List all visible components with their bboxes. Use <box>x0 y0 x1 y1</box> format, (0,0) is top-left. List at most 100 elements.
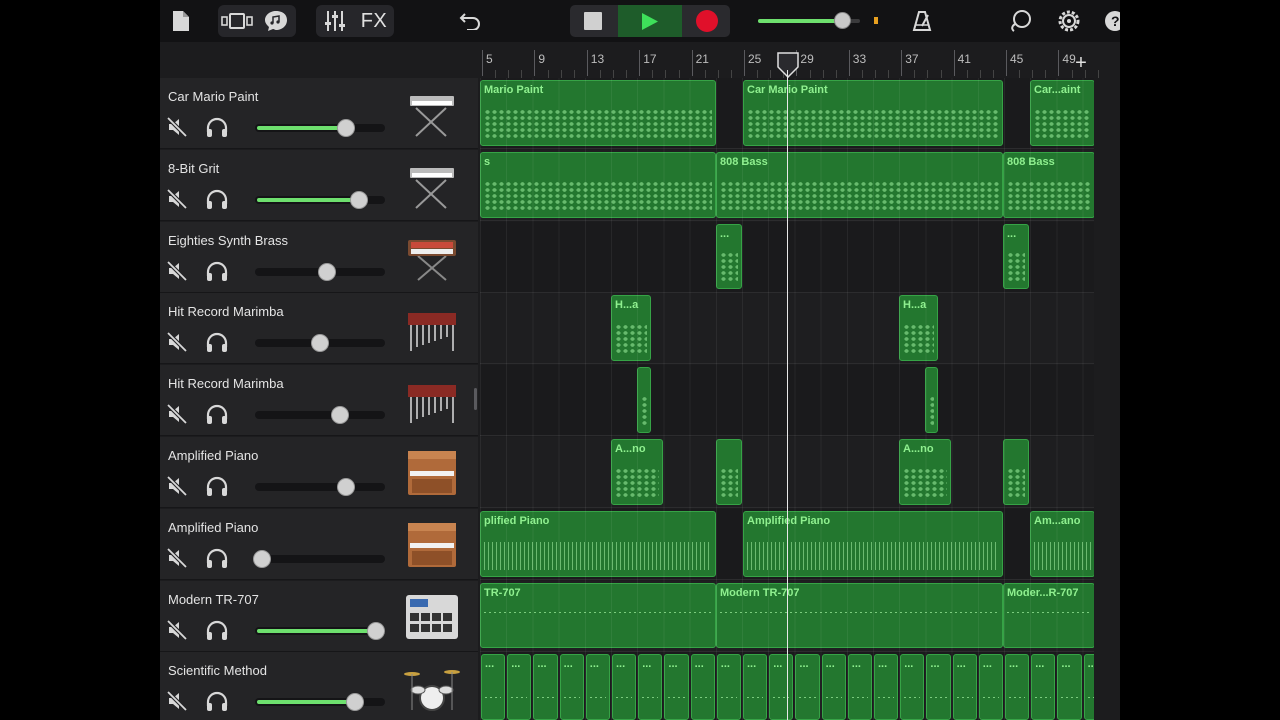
solo-button[interactable] <box>205 475 229 497</box>
loops-button[interactable] <box>1008 6 1034 36</box>
drum-region[interactable]: ... <box>533 654 558 720</box>
loop-browser-button[interactable] <box>260 6 292 36</box>
upright-piano-icon[interactable] <box>402 517 462 573</box>
track-volume-slider[interactable] <box>255 478 385 496</box>
solo-button[interactable] <box>205 403 229 425</box>
mute-button[interactable] <box>166 547 188 569</box>
drum-region[interactable]: ... <box>769 654 794 720</box>
playhead-line[interactable] <box>787 70 788 720</box>
marimba-icon[interactable] <box>402 373 462 429</box>
drum-region[interactable]: ... <box>559 654 584 720</box>
region[interactable]: H...a <box>899 295 938 362</box>
track-volume-knob[interactable] <box>350 190 368 209</box>
drum-region[interactable]: ... <box>821 654 846 720</box>
mute-button[interactable] <box>166 619 188 641</box>
track-volume-slider[interactable] <box>255 119 385 137</box>
settings-button[interactable] <box>1056 6 1082 36</box>
track-volume-knob[interactable] <box>346 693 365 712</box>
drum-region[interactable]: ... <box>743 654 768 720</box>
region[interactable]: ... <box>1003 223 1029 290</box>
region[interactable]: TR-707 <box>480 582 716 649</box>
add-section-button[interactable]: + <box>1070 51 1092 75</box>
fx-button[interactable]: FX <box>358 6 390 36</box>
track-volume-slider[interactable] <box>255 693 385 712</box>
drum-region[interactable]: ... <box>664 654 689 720</box>
region[interactable]: A...no <box>611 439 663 505</box>
solo-button[interactable] <box>205 690 229 712</box>
marimba-icon[interactable] <box>402 301 462 357</box>
mute-button[interactable] <box>166 116 188 138</box>
stop-button[interactable] <box>580 6 606 36</box>
region[interactable] <box>716 439 742 505</box>
track-volume-knob[interactable] <box>311 334 329 353</box>
track-volume-slider[interactable] <box>255 406 385 425</box>
track-header[interactable]: Eighties Synth Brass <box>160 221 478 293</box>
drum-region[interactable]: ... <box>847 654 872 720</box>
drum-region[interactable]: ... <box>926 654 951 720</box>
mute-button[interactable] <box>166 260 188 282</box>
mixer-button[interactable] <box>322 6 348 36</box>
track-header[interactable]: Modern TR-707 <box>160 580 478 652</box>
upright-piano-icon[interactable] <box>402 445 462 501</box>
mute-button[interactable] <box>166 403 188 425</box>
region[interactable]: 808 Bass <box>1003 151 1094 218</box>
mute-button[interactable] <box>166 475 188 497</box>
drum-region[interactable]: ... <box>795 654 820 720</box>
drum-region[interactable]: ... <box>1083 654 1094 720</box>
track-header[interactable]: Amplified Piano <box>160 437 478 508</box>
analog-synth-icon[interactable] <box>402 230 462 286</box>
header-resize-handle[interactable] <box>474 388 477 410</box>
solo-button[interactable] <box>205 116 229 138</box>
track-header[interactable]: Car Mario Paint <box>160 78 478 149</box>
track-volume-slider[interactable] <box>255 262 385 281</box>
solo-button[interactable] <box>205 260 229 282</box>
drum-region[interactable]: ... <box>716 654 741 720</box>
synth-keyboard-icon[interactable] <box>402 86 462 142</box>
my-songs-button[interactable] <box>170 6 192 36</box>
mute-button[interactable] <box>166 331 188 353</box>
drum-region[interactable]: ... <box>874 654 899 720</box>
drum-region[interactable]: ... <box>690 654 715 720</box>
track-volume-knob[interactable] <box>252 549 271 568</box>
playhead-handle[interactable] <box>777 52 799 78</box>
master-volume-knob[interactable] <box>833 12 851 29</box>
browser-button[interactable] <box>220 6 254 36</box>
track-header[interactable]: 8-Bit Grit <box>160 149 478 221</box>
track-volume-slider[interactable] <box>255 190 385 209</box>
drum-machine-icon[interactable] <box>402 589 462 645</box>
track-volume-slider[interactable] <box>255 621 385 640</box>
synth-keyboard-icon[interactable] <box>402 158 462 214</box>
region[interactable]: plified Piano <box>480 510 716 577</box>
drum-kit-icon[interactable] <box>402 660 462 716</box>
region[interactable]: s <box>480 151 716 218</box>
drum-region[interactable]: ... <box>978 654 1003 720</box>
mute-button[interactable] <box>166 690 188 712</box>
track-volume-knob[interactable] <box>366 621 385 640</box>
drum-region[interactable]: ... <box>481 654 506 720</box>
undo-button[interactable] <box>458 6 482 36</box>
track-header[interactable]: Scientific Method <box>160 652 478 720</box>
region[interactable]: Car Mario Paint <box>743 80 1003 146</box>
region[interactable] <box>637 367 651 433</box>
region[interactable]: H...a <box>611 295 651 362</box>
master-volume-slider[interactable] <box>758 12 860 29</box>
region[interactable]: ... <box>716 223 742 290</box>
region[interactable]: Amplified Piano <box>743 510 1003 577</box>
solo-button[interactable] <box>205 547 229 569</box>
region[interactable]: A...no <box>899 439 951 505</box>
region[interactable]: Mario Paint <box>480 80 716 146</box>
track-header[interactable]: Hit Record Marimba <box>160 365 478 437</box>
drum-region[interactable]: ... <box>585 654 610 720</box>
mute-button[interactable] <box>166 188 188 210</box>
metronome-button[interactable] <box>910 6 934 36</box>
drum-region[interactable]: ... <box>952 654 977 720</box>
region[interactable]: Moder...R-707 <box>1003 582 1094 649</box>
drum-region[interactable]: ... <box>1005 654 1030 720</box>
track-volume-knob[interactable] <box>337 119 355 137</box>
region[interactable]: Car...aint <box>1030 80 1094 146</box>
drum-region[interactable]: ... <box>612 654 637 720</box>
track-volume-knob[interactable] <box>317 262 336 281</box>
drum-region[interactable]: ... <box>900 654 925 720</box>
drum-region[interactable]: ... <box>1057 654 1082 720</box>
region[interactable]: Modern TR-707 <box>716 582 1003 649</box>
